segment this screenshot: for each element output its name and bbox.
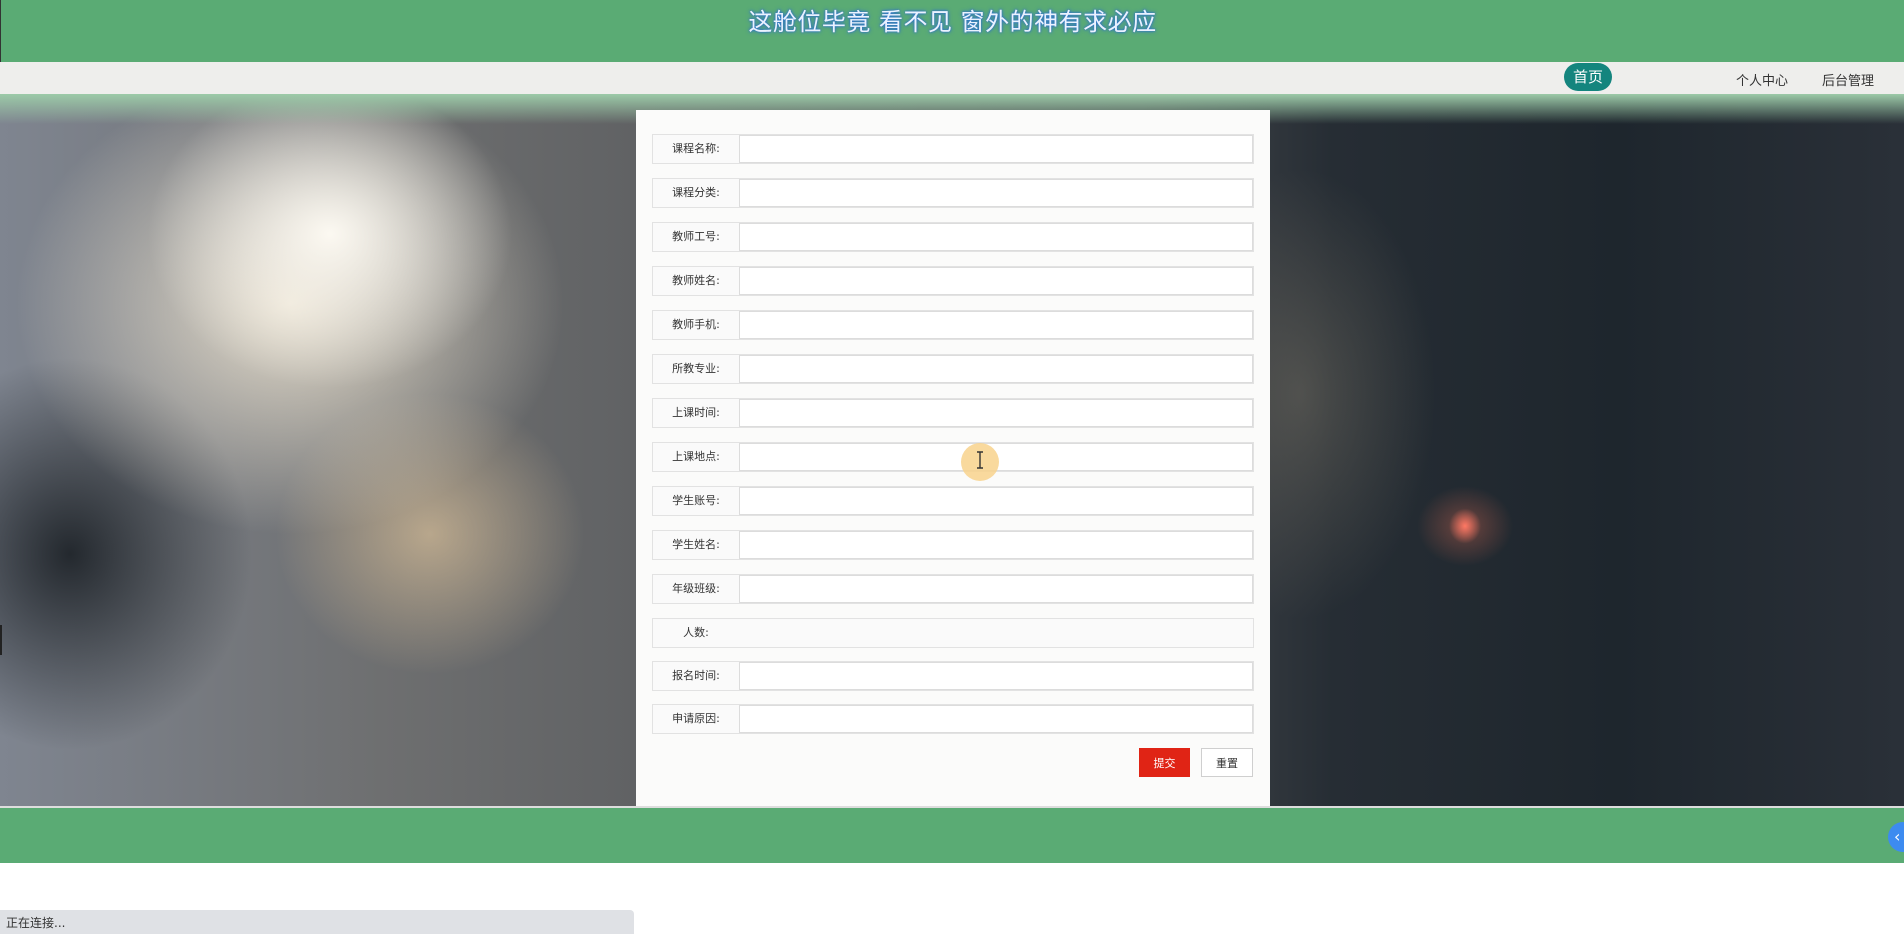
- field-row-course-category: 课程分类:: [652, 178, 1254, 208]
- site-header: 这舱位毕竟 看不见 窗外的神有求必应: [0, 0, 1904, 62]
- nav-bar: 首页 个人中心 后台管理: [0, 62, 1904, 94]
- major-input[interactable]: [739, 355, 1253, 383]
- site-footer: [0, 806, 1904, 863]
- browser-status-bar: 正在连接...: [0, 910, 634, 934]
- field-label: 上课时间:: [672, 406, 720, 419]
- nav-personal-center[interactable]: 个人中心: [1736, 70, 1788, 89]
- i-beam-cursor-icon: [977, 451, 983, 469]
- field-label: 申请原因:: [672, 712, 720, 725]
- nav-admin[interactable]: 后台管理: [1822, 70, 1874, 89]
- field-row-grade-class: 年级班级:: [652, 574, 1254, 604]
- teacher-phone-input[interactable]: [739, 311, 1253, 339]
- headcount-input[interactable]: [739, 619, 1253, 647]
- class-time-input[interactable]: [739, 399, 1253, 427]
- site-title: 这舱位毕竟 看不见 窗外的神有求必应: [748, 8, 1157, 36]
- field-row-teacher-name: 教师姓名:: [652, 266, 1254, 296]
- course-application-form: 课程名称: 课程分类: 教师工号: 教师姓名: 教师手机: 所教专业: 上课时间…: [636, 110, 1270, 806]
- field-row-teacher-id: 教师工号:: [652, 222, 1254, 252]
- field-label: 课程分类:: [672, 186, 720, 199]
- field-label: 课程名称:: [672, 142, 720, 155]
- student-account-input[interactable]: [739, 487, 1253, 515]
- field-label: 教师手机:: [672, 318, 720, 331]
- field-label: 报名时间:: [672, 669, 720, 682]
- edge-mark: [0, 625, 2, 655]
- field-row-major: 所教专业:: [652, 354, 1254, 384]
- reason-input[interactable]: [739, 705, 1253, 733]
- teacher-id-input[interactable]: [739, 223, 1253, 251]
- field-label: 上课地点:: [672, 450, 720, 463]
- reset-button[interactable]: 重置: [1201, 748, 1253, 777]
- teacher-name-input[interactable]: [739, 267, 1253, 295]
- field-row-course-name: 课程名称:: [652, 134, 1254, 164]
- course-name-input[interactable]: [739, 135, 1253, 163]
- field-row-signup-time: 报名时间:: [652, 661, 1254, 691]
- field-row-student-name: 学生姓名:: [652, 530, 1254, 560]
- course-category-input[interactable]: [739, 179, 1253, 207]
- field-row-student-account: 学生账号:: [652, 486, 1254, 516]
- field-label: 人数:: [683, 626, 709, 639]
- signup-time-input[interactable]: [739, 662, 1253, 690]
- field-label: 所教专业:: [672, 362, 720, 375]
- submit-button[interactable]: 提交: [1139, 748, 1190, 777]
- field-label: 教师姓名:: [672, 274, 720, 287]
- student-name-input[interactable]: [739, 531, 1253, 559]
- field-label: 教师工号:: [672, 230, 720, 243]
- nav-home[interactable]: 首页: [1564, 63, 1612, 91]
- field-label: 学生姓名:: [672, 538, 720, 551]
- field-row-reason: 申请原因:: [652, 704, 1254, 734]
- field-row-headcount: 人数:: [652, 618, 1254, 648]
- field-row-class-time: 上课时间:: [652, 398, 1254, 428]
- field-row-class-location: 上课地点:: [652, 442, 1254, 472]
- field-label: 学生账号:: [672, 494, 720, 507]
- field-label: 年级班级:: [672, 582, 720, 595]
- grade-class-input[interactable]: [739, 575, 1253, 603]
- field-row-teacher-phone: 教师手机:: [652, 310, 1254, 340]
